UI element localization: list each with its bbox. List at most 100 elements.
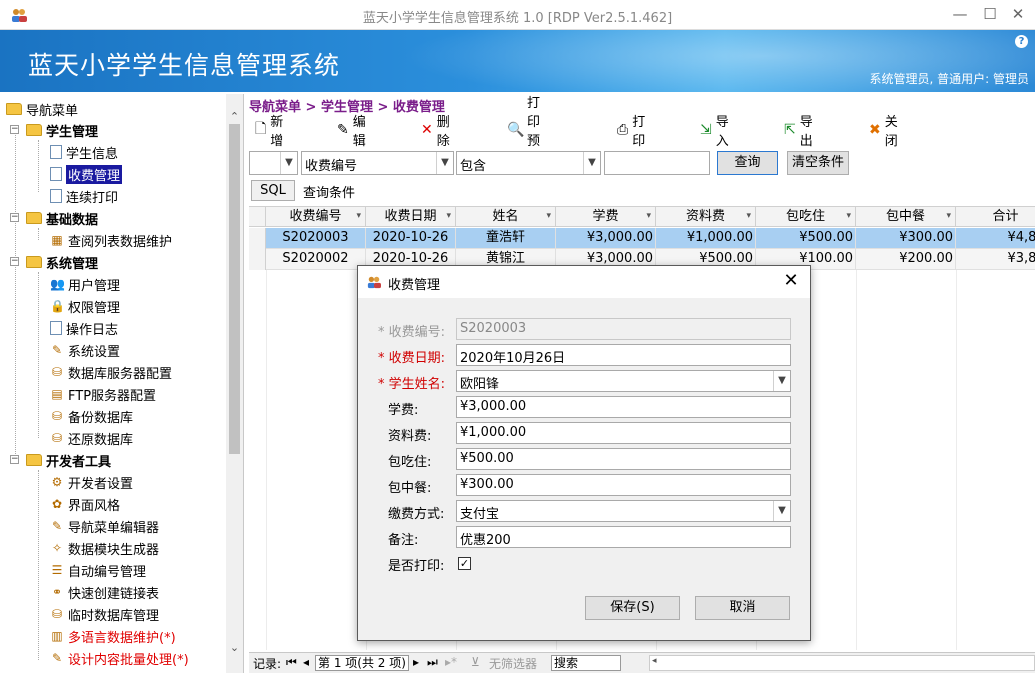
sidebar-item-batch-print[interactable]: 连续打印 <box>50 186 118 206</box>
board-lodging-field[interactable]: ¥500.00 <box>456 448 791 470</box>
remark-field[interactable]: 优惠200 <box>456 526 791 548</box>
page-indicator[interactable]: 第 1 项(共 2 项) <box>315 655 409 671</box>
dialog-close-icon[interactable]: ✕ <box>780 270 802 292</box>
sidebar-item-dev-settings[interactable]: ⚙ 开发者设置 <box>50 472 133 492</box>
new-record-icon[interactable]: ▸* <box>445 655 457 669</box>
maximize-button[interactable]: ☐ <box>980 4 1000 24</box>
first-record-icon[interactable]: ⏮ <box>286 655 297 670</box>
help-icon[interactable]: ? <box>1015 35 1028 48</box>
tree-group-system[interactable]: 系统管理 <box>26 252 98 272</box>
printed-checkbox[interactable]: ✓ <box>458 557 471 570</box>
print-button[interactable]: ⎙ 打印 <box>617 115 650 149</box>
pay-method-select[interactable]: 支付宝 ▼ <box>456 500 791 522</box>
table-row[interactable]: S2020003 2020-10-26 童浩轩 ¥3,000.00 ¥1,000… <box>249 228 1035 249</box>
column-header[interactable]: 姓名 ▾ <box>456 207 556 227</box>
material-fee-field[interactable]: ¥1,000.00 <box>456 422 791 444</box>
collapse-toggle[interactable]: − <box>10 125 19 134</box>
filter-icon[interactable]: ⊻ <box>471 655 480 669</box>
sidebar-item-temp-db[interactable]: ⛁ 临时数据库管理 <box>50 604 159 624</box>
print-preview-icon: 🔍 <box>507 122 525 138</box>
sidebar-item-fee-management[interactable]: 收费管理 <box>50 164 123 184</box>
sidebar-item-ui-style[interactable]: ✿ 界面风格 <box>50 494 120 514</box>
sidebar-item-label: 临时数据库管理 <box>68 608 160 624</box>
scroll-left-icon[interactable]: ◂ <box>652 656 657 666</box>
board-lodging-label: 包吃住: <box>388 455 432 470</box>
scrollbar-thumb[interactable] <box>229 124 240 454</box>
sidebar-item-module-generator[interactable]: ✧ 数据模块生成器 <box>50 538 159 558</box>
sidebar-item-batch-design[interactable]: ✎ 设计内容批量处理(*) <box>50 648 189 668</box>
log-icon <box>50 321 62 335</box>
sort-icon: ▾ <box>746 211 751 221</box>
window-close-button[interactable]: ✕ <box>1008 4 1028 24</box>
users-icon <box>367 276 381 289</box>
edit-button[interactable]: ✎ 编辑 <box>337 115 370 149</box>
sql-button[interactable]: SQL <box>251 180 295 201</box>
tree-group-student[interactable]: 学生管理 <box>26 120 98 140</box>
settings-icon: ✎ <box>51 343 63 357</box>
sidebar-item-lookup-list[interactable]: ▦ 查阅列表数据维护 <box>50 230 172 250</box>
scroll-up-icon[interactable]: ⌃ <box>226 108 243 125</box>
column-header[interactable]: 合计 <box>956 207 1035 227</box>
tuition-field[interactable]: ¥3,000.00 <box>456 396 791 418</box>
column-header[interactable]: 学费 ▾ <box>556 207 656 227</box>
close-button[interactable]: ✖ 关闭 <box>869 115 902 149</box>
add-button[interactable]: 🗋 新增 <box>255 115 288 149</box>
clear-filter-button[interactable]: 清空条件 <box>787 151 849 175</box>
collapse-toggle[interactable]: − <box>10 257 19 266</box>
filter-logic-select[interactable]: ▼ <box>249 151 298 175</box>
tree-connector <box>38 470 39 660</box>
sidebar-item-settings[interactable]: ✎ 系统设置 <box>50 340 120 360</box>
sidebar-item-ftp-server[interactable]: ▤ FTP服务器配置 <box>50 384 156 404</box>
sidebar-item-users[interactable]: 👥 用户管理 <box>50 274 120 294</box>
sidebar-item-backup-db[interactable]: ⛁ 备份数据库 <box>50 406 133 426</box>
sidebar-item-permissions[interactable]: 🔒 权限管理 <box>50 296 120 316</box>
import-button[interactable]: ⇲ 导入 <box>700 115 733 149</box>
query-button[interactable]: 查询 <box>717 151 778 175</box>
row-header[interactable] <box>249 249 266 270</box>
collapse-toggle[interactable]: − <box>10 455 19 464</box>
column-header[interactable]: 收费编号 ▾ <box>266 207 366 227</box>
filter-value-input[interactable] <box>604 151 710 175</box>
prev-record-icon[interactable]: ◂ <box>303 655 309 669</box>
fee-no-field: S2020003 <box>456 318 791 340</box>
table-cell: ¥4,800 <box>956 228 1035 249</box>
sidebar-item-nav-editor[interactable]: ✎ 导航菜单编辑器 <box>50 516 159 536</box>
tree-group-base-data[interactable]: 基础数据 <box>26 208 98 228</box>
minimize-button[interactable]: — <box>950 4 970 24</box>
lunch-field[interactable]: ¥300.00 <box>456 474 791 496</box>
sidebar-scrollbar[interactable]: ⌃ ⌄ <box>226 94 243 673</box>
sidebar-item-logs[interactable]: 操作日志 <box>50 318 118 338</box>
horizontal-scrollbar[interactable]: ◂ <box>649 655 1035 671</box>
scroll-down-icon[interactable]: ⌄ <box>226 639 243 656</box>
last-record-icon[interactable]: ⏭ <box>427 655 438 670</box>
sidebar-item-restore-db[interactable]: ⛁ 还原数据库 <box>50 428 133 448</box>
search-input[interactable]: 搜索 <box>551 655 621 671</box>
print-preview-button[interactable]: 🔍 打印预览 <box>507 96 540 168</box>
save-button[interactable]: 保存(S) <box>585 596 680 620</box>
student-name-select[interactable]: 欧阳锋 ▼ <box>456 370 791 392</box>
sidebar-item-link-table[interactable]: ⚭ 快速创建链接表 <box>50 582 159 602</box>
column-header[interactable]: 资料费 ▾ <box>656 207 756 227</box>
fee-date-field[interactable]: 2020年10月26日 <box>456 344 791 366</box>
collapse-toggle[interactable]: − <box>10 213 19 222</box>
filter-field-select[interactable]: 收费编号 ▼ <box>301 151 454 175</box>
tree-root[interactable]: 导航菜单 <box>6 100 78 119</box>
next-record-icon[interactable]: ▸ <box>413 655 419 669</box>
numbered-list-icon: ☰ <box>51 563 63 577</box>
sidebar-item-db-server[interactable]: ⛁ 数据库服务器配置 <box>50 362 172 382</box>
sidebar-item-auto-number[interactable]: ☰ 自动编号管理 <box>50 560 146 580</box>
filter-operator-select[interactable]: 包含 ▼ <box>456 151 601 175</box>
column-header[interactable]: 收费日期 ▾ <box>366 207 456 227</box>
row-header[interactable] <box>249 228 266 249</box>
sidebar-item-multilang[interactable]: ▥ 多语言数据维护(*) <box>50 626 175 646</box>
delete-button[interactable]: ✕ 删除 <box>421 115 454 149</box>
no-filter-label[interactable]: 无筛选器 <box>489 655 537 672</box>
restore-icon: ⛁ <box>51 431 63 445</box>
tree-group-dev-tools[interactable]: 开发者工具 <box>26 450 111 470</box>
cancel-button[interactable]: 取消 <box>695 596 790 620</box>
chevron-down-icon: ▼ <box>583 152 600 174</box>
sidebar-item-student-info[interactable]: 学生信息 <box>50 142 118 162</box>
column-header[interactable]: 包中餐 ▾ <box>856 207 956 227</box>
column-header[interactable]: 包吃住 ▾ <box>756 207 856 227</box>
export-button[interactable]: ⇱ 导出 <box>784 115 817 149</box>
